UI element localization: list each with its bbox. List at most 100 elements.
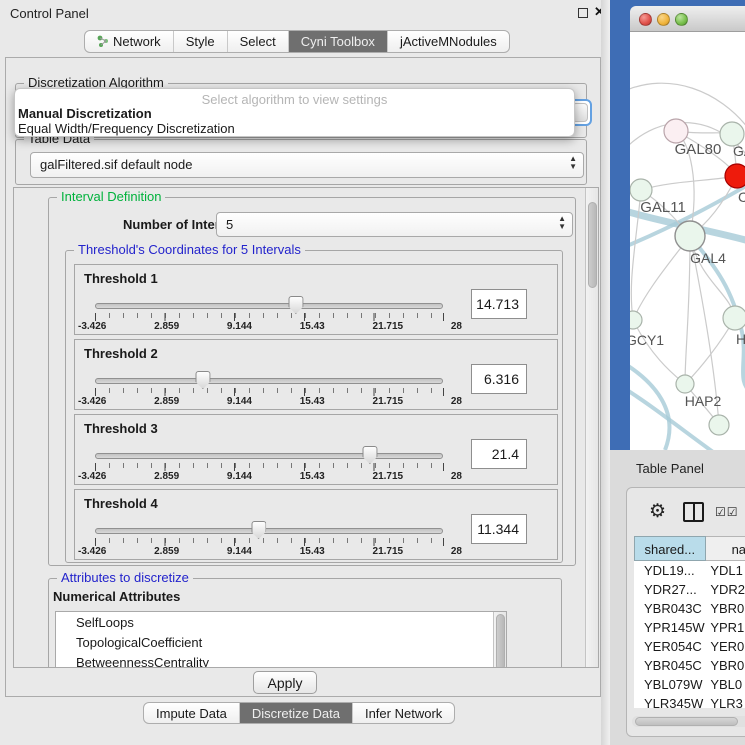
network-view-window: GAL80 GA GAL11 GAL4 GCY1 H HAP2 C: [630, 6, 745, 450]
node-label-gal80: GAL80: [675, 141, 722, 158]
tick-labels: -3.4262.8599.14415.4321.71528: [78, 546, 462, 557]
threshold-2-slider-track[interactable]: [95, 378, 443, 384]
network-canvas[interactable]: GAL80 GA GAL11 GAL4 GCY1 H HAP2 C: [630, 32, 745, 450]
node-label-c: C: [738, 189, 745, 205]
table-header-row: shared... na: [634, 536, 745, 561]
table-row[interactable]: YPR145WYPR1: [634, 618, 745, 637]
threshold-4-label: Threshold 4: [84, 496, 158, 511]
horizontal-scrollbar[interactable]: [632, 716, 745, 727]
dropdown-hint: Select algorithm to view settings: [15, 92, 574, 107]
main-scrollbar[interactable]: [585, 188, 598, 668]
threshold-3-value-field[interactable]: 21.4: [471, 439, 527, 469]
table-row[interactable]: YBL079WYBL0: [634, 675, 745, 694]
tab-discretize-data[interactable]: Discretize Data: [240, 703, 353, 723]
checkbox-icons[interactable]: ☑☑: [715, 505, 739, 519]
threshold-4-slider-track[interactable]: [95, 528, 443, 534]
tick-marks-major: [95, 388, 444, 396]
list-item[interactable]: TopologicalCoefficient: [56, 632, 506, 652]
threshold-1-slider-thumb[interactable]: [288, 296, 303, 314]
table-row[interactable]: YDR27...YDR2: [634, 580, 745, 599]
zoom-traffic-light-icon[interactable]: [675, 13, 688, 26]
list-item[interactable]: SelfLoops: [56, 612, 506, 632]
tab-impute-data[interactable]: Impute Data: [144, 703, 240, 723]
thresholds-group-label: Threshold's Coordinates for 5 Intervals: [74, 242, 305, 257]
list-scrollbar[interactable]: [493, 612, 506, 668]
node-gal80[interactable]: [664, 119, 688, 143]
stepper-arrows-icon[interactable]: ▲▼: [558, 215, 566, 231]
option-equal-width-frequency[interactable]: Equal Width/Frequency Discretization: [18, 121, 235, 136]
stepper-arrows-icon[interactable]: ▲▼: [569, 155, 577, 171]
control-panel: Control Panel ✕ Network Style Select Cyn…: [0, 0, 610, 745]
node-label-gal11: GAL11: [640, 199, 686, 216]
threshold-1-slider-track[interactable]: [95, 303, 443, 309]
num-intervals-combobox[interactable]: 5 ▲▼: [216, 212, 573, 237]
table-row[interactable]: YER054CYER0: [634, 637, 745, 656]
tab-cyni-toolbox[interactable]: Cyni Toolbox: [289, 31, 388, 52]
table-row[interactable]: YBR045CYBR0: [634, 656, 745, 675]
threshold-4-value-field[interactable]: 11.344: [471, 514, 527, 544]
network-window-titlebar[interactable]: [630, 6, 745, 32]
tab-infer-network[interactable]: Infer Network: [353, 703, 454, 723]
tick-labels: -3.4262.8599.14415.4321.71528: [78, 471, 462, 482]
node-hap2[interactable]: [676, 375, 694, 393]
numerical-attributes-label: Numerical Attributes: [53, 589, 180, 604]
threshold-4-box: Threshold 4 -3.4262.8599.14415.4321.7152…: [74, 489, 558, 560]
column-header-shared[interactable]: shared...: [634, 536, 706, 561]
thresholds-group: Threshold's Coordinates for 5 Intervals …: [65, 250, 563, 563]
minimize-traffic-light-icon[interactable]: [657, 13, 670, 26]
float-window-icon[interactable]: [578, 8, 588, 18]
tab-select[interactable]: Select: [228, 31, 289, 52]
cyni-toolbox-panel: Discretization Algorithm Select algorith…: [5, 57, 601, 697]
node-bottom[interactable]: [709, 415, 729, 435]
table-data-group: Table Data galFiltered.sif default node …: [15, 139, 587, 185]
list-item[interactable]: BetweennessCentrality: [56, 652, 506, 668]
table-row[interactable]: YDL19...YDL1: [634, 561, 745, 580]
option-manual-discretization[interactable]: Manual Discretization: [18, 106, 152, 121]
main-scrollbar-thumb[interactable]: [588, 202, 597, 288]
threshold-3-slider-track[interactable]: [95, 453, 443, 459]
threshold-2-slider-thumb[interactable]: [195, 371, 210, 389]
node-selected-red[interactable]: [725, 164, 745, 188]
table-panel: ⚙ ☑☑ shared... na YDL19...YDL1 YDR27...Y…: [626, 487, 745, 737]
interval-definition-label: Interval Definition: [57, 189, 165, 204]
threshold-3-box: Threshold 3 -3.4262.8599.14415.4321.7152…: [74, 414, 558, 485]
node-h[interactable]: [723, 306, 745, 330]
tab-jactivemnodules[interactable]: jActiveMNodules: [388, 31, 509, 52]
tab-network[interactable]: Network: [85, 31, 174, 52]
top-tab-bar: Network Style Select Cyni Toolbox jActiv…: [84, 30, 510, 53]
node-label-gal4: GAL4: [690, 250, 726, 266]
node-gal4[interactable]: [675, 221, 705, 251]
network-icon: [97, 35, 109, 48]
threshold-2-value-field[interactable]: 6.316: [471, 364, 527, 394]
node-table: shared... na YDL19...YDL1 YDR27...YDR2 Y…: [634, 536, 745, 708]
settings-scrollpane: Interval Definition Number of Intervals …: [13, 187, 599, 668]
split-pane-icon[interactable]: [683, 502, 704, 522]
column-header-name[interactable]: na: [706, 536, 745, 561]
attributes-group-label: Attributes to discretize: [57, 570, 193, 585]
close-traffic-light-icon[interactable]: [639, 13, 652, 26]
tick-marks-major: [95, 313, 444, 321]
threshold-1-value-field[interactable]: 14.713: [471, 289, 527, 319]
node-label-ga: GA: [733, 143, 745, 159]
algorithm-dropdown-popup: Select algorithm to view settings Manual…: [14, 88, 575, 137]
panel-title: Control Panel: [10, 6, 89, 21]
tick-labels: -3.4262.8599.14415.4321.71528: [78, 396, 462, 407]
attributes-list: SelfLoops TopologicalCoefficient Between…: [55, 611, 507, 668]
table-data-combobox[interactable]: galFiltered.sif default node ▲▼: [30, 152, 584, 178]
node-gcy1[interactable]: [630, 311, 642, 329]
table-data-value: galFiltered.sif default node: [40, 157, 192, 172]
apply-button[interactable]: Apply: [253, 671, 317, 694]
table-row[interactable]: YLR345WYLR3: [634, 694, 745, 708]
threshold-2-label: Threshold 2: [84, 346, 158, 361]
threshold-1-label: Threshold 1: [84, 271, 158, 286]
tick-labels: -3.4262.8599.14415.4321.71528: [78, 321, 462, 332]
horizontal-scrollbar-thumb[interactable]: [635, 717, 738, 726]
num-intervals-value: 5: [226, 217, 233, 232]
threshold-4-slider-thumb[interactable]: [251, 521, 266, 539]
node-gal11[interactable]: [630, 179, 652, 201]
gear-icon[interactable]: ⚙: [649, 500, 666, 523]
tab-style[interactable]: Style: [174, 31, 228, 52]
tick-marks-major: [95, 538, 444, 546]
table-row[interactable]: YBR043CYBR0: [634, 599, 745, 618]
threshold-3-slider-thumb[interactable]: [362, 446, 377, 464]
